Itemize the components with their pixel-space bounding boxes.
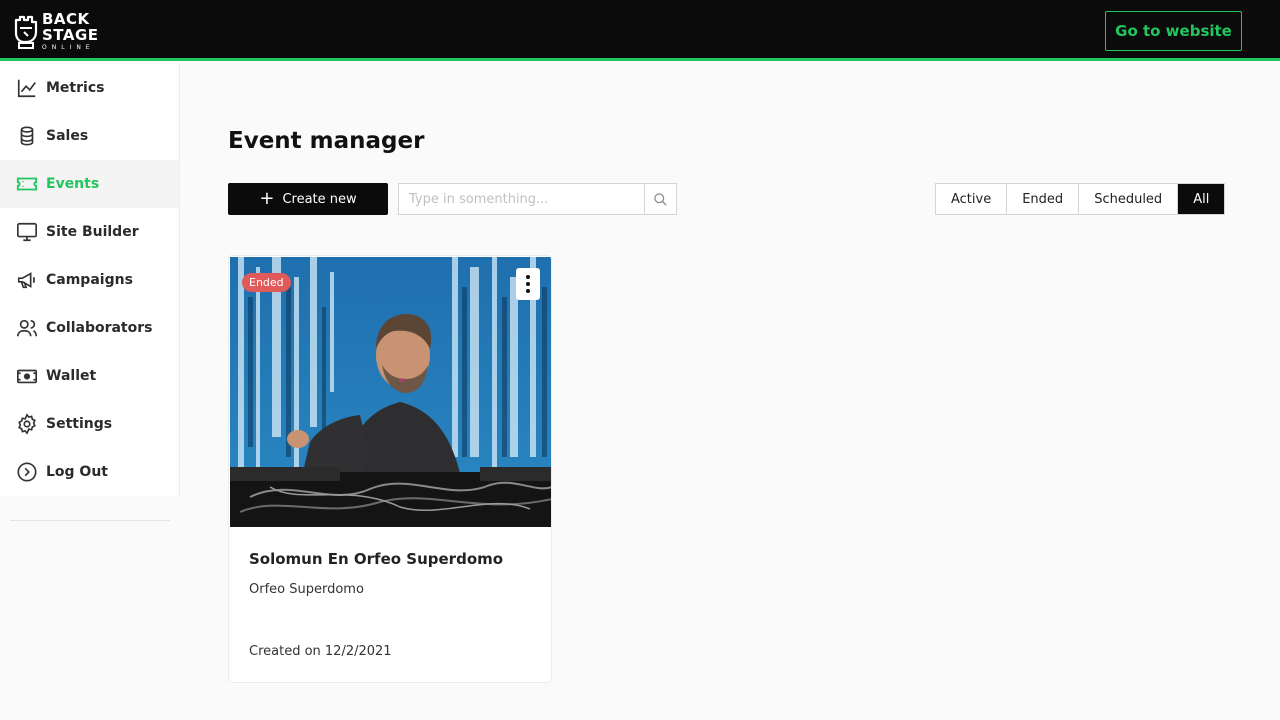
sidebar-item-settings[interactable]: Settings: [0, 400, 179, 448]
sidebar-item-label: Metrics: [46, 80, 105, 96]
top-bar: BACK STAGE ONLINE Go to website: [0, 0, 1280, 61]
sidebar-item-events[interactable]: Events: [0, 160, 179, 208]
search-input[interactable]: [399, 184, 644, 214]
sidebar-item-metrics[interactable]: Metrics: [0, 64, 179, 112]
monitor-icon: [16, 221, 38, 243]
sidebar-item-label: Site Builder: [46, 224, 139, 240]
sidebar-item-label: Wallet: [46, 368, 97, 384]
logout-circle-icon: [16, 461, 38, 483]
sidebar-item-label: Log Out: [46, 464, 108, 480]
sidebar-item-collaborators[interactable]: Collaborators: [0, 304, 179, 352]
database-icon: [16, 125, 38, 147]
logo-line-1: BACK: [42, 10, 90, 28]
filter-all[interactable]: All: [1178, 184, 1225, 214]
filter-ended[interactable]: Ended: [1007, 184, 1080, 214]
logo-line-2: STAGE: [42, 26, 99, 44]
status-badge: Ended: [242, 273, 291, 292]
fist-logo-icon: [14, 15, 38, 49]
status-filter-group: Active Ended Scheduled All: [935, 183, 1226, 215]
gear-icon: [16, 413, 38, 435]
create-new-label: Create new: [282, 191, 357, 207]
search-button[interactable]: [644, 184, 676, 214]
filter-active[interactable]: Active: [936, 184, 1008, 214]
event-image[interactable]: [230, 257, 552, 527]
event-venue: Orfeo Superdomo: [249, 582, 364, 597]
sidebar: Metrics Sales Events Site Builder Campai…: [0, 64, 180, 496]
sidebar-item-label: Settings: [46, 416, 113, 432]
logo-line-3: ONLINE: [42, 44, 95, 51]
more-options-icon[interactable]: [516, 268, 540, 300]
chart-line-icon: [16, 77, 38, 99]
sidebar-item-label: Campaigns: [46, 272, 133, 288]
kebab-dot: [526, 282, 530, 286]
filter-scheduled[interactable]: Scheduled: [1079, 184, 1179, 214]
kebab-dot: [526, 275, 530, 279]
megaphone-icon: [16, 269, 38, 291]
sidebar-item-site-builder[interactable]: Site Builder: [0, 208, 179, 256]
sidebar-item-wallet[interactable]: Wallet: [0, 352, 179, 400]
search-box: [398, 183, 677, 215]
money-icon: [16, 365, 38, 387]
sidebar-item-label: Events: [46, 176, 100, 192]
sidebar-divider: [10, 520, 170, 521]
event-title[interactable]: Solomun En Orfeo Superdomo: [249, 550, 503, 568]
event-created-date: Created on 12/2/2021: [249, 644, 392, 659]
search-icon: [654, 192, 667, 206]
event-card[interactable]: Ended Solomun En Orfeo Superdomo Orfeo S…: [228, 255, 552, 683]
users-icon: [16, 317, 38, 339]
logo-wordmark: BACK STAGE ONLINE: [42, 12, 99, 51]
sidebar-item-log-out[interactable]: Log Out: [0, 448, 179, 496]
sidebar-item-sales[interactable]: Sales: [0, 112, 179, 160]
sidebar-item-label: Collaborators: [46, 320, 153, 336]
brand-logo[interactable]: BACK STAGE ONLINE: [12, 12, 99, 51]
create-new-button[interactable]: + Create new: [228, 183, 388, 215]
kebab-dot: [526, 289, 530, 293]
ticket-icon: [16, 173, 38, 195]
plus-icon: +: [259, 188, 275, 209]
sidebar-item-campaigns[interactable]: Campaigns: [0, 256, 179, 304]
sidebar-item-label: Sales: [46, 128, 89, 144]
go-to-website-button[interactable]: Go to website: [1105, 11, 1242, 51]
page-title: Event manager: [228, 128, 425, 154]
